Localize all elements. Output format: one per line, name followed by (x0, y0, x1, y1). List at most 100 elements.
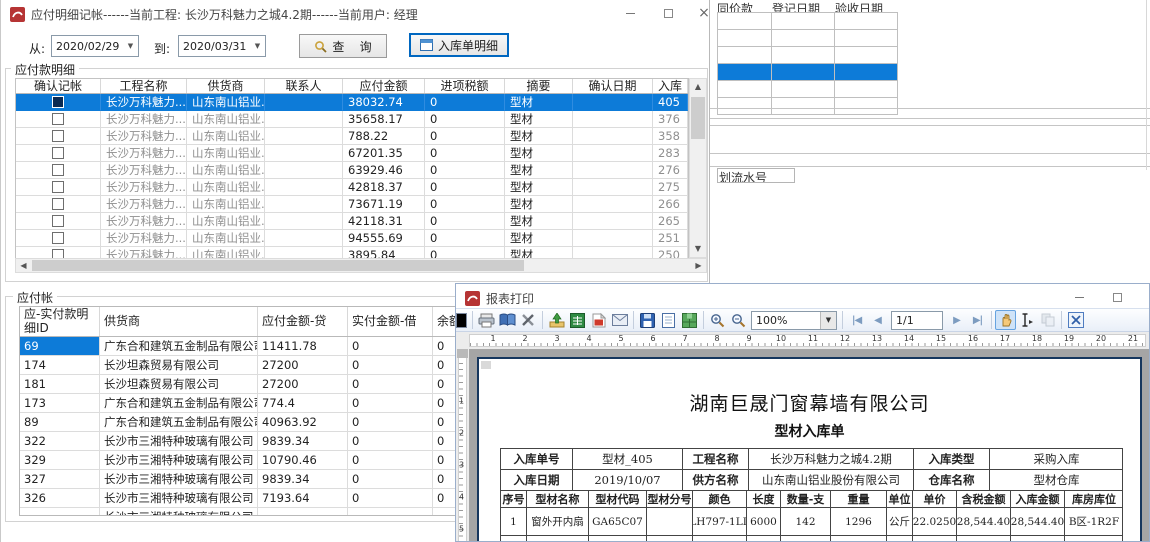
detail-table-row[interactable]: 长沙万科魅力...山东南山铝业...38032.740型材405 (16, 94, 688, 111)
confirm-checkbox[interactable] (52, 232, 64, 244)
inbound-detail-button[interactable]: 入库单明细 (409, 33, 509, 57)
zoom-level-combobox[interactable]: 100% ▼ (751, 311, 837, 330)
column-header[interactable]: 确认日期 (573, 79, 653, 93)
detail-table-row[interactable]: 长沙万科魅力...山东南山铝业...73671.190型材266 (16, 196, 688, 213)
confirm-checkbox[interactable] (52, 164, 64, 176)
column-header[interactable]: 应付金额-贷 (258, 307, 348, 336)
book-icon[interactable] (497, 310, 518, 330)
detail-table-row[interactable]: 长沙万科魅力...山东南山铝业...35658.170型材376 (16, 111, 688, 128)
detail-table-row[interactable]: 长沙万科魅力...山东南山铝业...42818.370型材275 (16, 179, 688, 196)
maximize-button[interactable] (1108, 290, 1126, 306)
scroll-down-icon[interactable]: ▼ (690, 241, 706, 257)
column-header[interactable]: 供货商 (100, 307, 258, 336)
document-icon[interactable] (658, 310, 679, 330)
vertical-ruler: 123456 (456, 349, 469, 542)
chevron-down-icon[interactable]: ▼ (123, 42, 138, 50)
print-icon[interactable] (476, 310, 497, 330)
column-header[interactable]: 工程名称 (101, 79, 187, 93)
scrollbar-thumb[interactable] (32, 260, 524, 271)
confirm-checkbox[interactable] (52, 96, 64, 108)
confirm-checkbox[interactable] (52, 113, 64, 125)
confirm-checkbox[interactable] (52, 147, 64, 159)
payable-row[interactable]: 长沙市三湘特种玻璃有限公司 (20, 508, 501, 516)
minimize-button[interactable] (621, 6, 639, 22)
minimize-button[interactable] (1070, 290, 1088, 306)
column-header[interactable]: 入库 (653, 79, 688, 93)
payable-row[interactable]: 173广东合和建筑五金制品有限公司774.400 (20, 394, 501, 413)
cell (573, 128, 653, 145)
chevron-down-icon[interactable]: ▼ (250, 42, 265, 50)
background-table-row[interactable] (717, 64, 898, 81)
next-page-icon[interactable]: ▶ (946, 310, 967, 330)
scroll-up-icon[interactable]: ▲ (690, 79, 706, 95)
prev-page-icon[interactable]: ◀ (867, 310, 888, 330)
background-table-row[interactable] (717, 81, 898, 98)
column-header[interactable]: 确认记帐 (16, 79, 101, 93)
detail-table-row[interactable]: 长沙万科魅力...山东南山铝业...67201.350型材283 (16, 145, 688, 162)
sidebar-icon[interactable] (455, 310, 469, 330)
page-indicator-input[interactable]: 1/1 (891, 311, 943, 330)
payable-row[interactable]: 326长沙市三湘特种玻璃有限公司7193.6400 (20, 489, 501, 508)
payable-row[interactable]: 174长沙坦森贸易有限公司2720000 (20, 356, 501, 375)
cell: 67201.35 (343, 145, 425, 162)
maximize-button[interactable] (659, 6, 677, 22)
report-preview-area[interactable]: 123456 湖南巨晟门窗幕墙有限公司 型材入库单 入库单号型材_405工程名称… (456, 349, 1150, 542)
payable-row[interactable]: 89广东合和建筑五金制品有限公司40963.9200 (20, 413, 501, 432)
column-header[interactable]: 实付金额-借 (348, 307, 433, 336)
payable-row[interactable]: 322长沙市三湘特种玻璃有限公司9839.3400 (20, 432, 501, 451)
cell: 73671.19 (343, 196, 425, 213)
confirm-checkbox[interactable] (52, 198, 64, 210)
query-button[interactable]: 查 询 (299, 34, 387, 58)
horizontal-scrollbar[interactable]: ◀ ▶ (15, 258, 707, 273)
background-table-row[interactable] (717, 47, 898, 64)
payable-row[interactable]: 327长沙市三湘特种玻璃有限公司9839.3400 (20, 470, 501, 489)
vertical-scrollbar[interactable]: ▲ ▼ (689, 78, 707, 258)
to-date-picker[interactable]: 2020/03/31 ▼ (178, 35, 266, 57)
payable-row[interactable]: 329长沙市三湘特种玻璃有限公司10790.4600 (20, 451, 501, 470)
copy-icon[interactable] (1037, 310, 1058, 330)
column-header[interactable]: 摘要 (505, 79, 573, 93)
text-select-icon[interactable] (1016, 310, 1037, 330)
detail-table-row[interactable]: 长沙万科魅力...山东南山铝业...63929.460型材276 (16, 162, 688, 179)
payable-row[interactable]: 181长沙坦森贸易有限公司2720000 (20, 375, 501, 394)
confirm-checkbox[interactable] (52, 130, 64, 142)
zoom-out-icon[interactable] (728, 310, 749, 330)
confirm-checkbox[interactable] (52, 215, 64, 227)
background-table-row[interactable] (717, 98, 898, 115)
cell: 0 (348, 413, 433, 432)
detail-table-row[interactable]: 长沙万科魅力...山东南山铝业...788.220型材358 (16, 128, 688, 145)
zoom-in-icon[interactable] (707, 310, 728, 330)
export-icon[interactable] (546, 310, 567, 330)
scroll-right-icon[interactable]: ▶ (691, 259, 706, 272)
background-table-row[interactable] (717, 30, 898, 47)
last-page-icon[interactable]: ▶| (967, 310, 988, 330)
save-icon[interactable] (637, 310, 658, 330)
confirm-checkbox[interactable] (52, 181, 64, 193)
column-header[interactable]: 应付金额 (343, 79, 425, 93)
first-page-icon[interactable]: |◀ (846, 310, 867, 330)
column-header[interactable]: 应-实付款明细ID (20, 307, 100, 336)
tools-icon[interactable] (518, 310, 539, 330)
report-print-window: 报表打印 × 100% ▼ (455, 283, 1150, 542)
pdf-icon[interactable] (588, 310, 609, 330)
mail-icon[interactable] (609, 310, 630, 330)
detail-table-row[interactable]: 长沙万科魅力...山东南山铝业...94555.690型材251 (16, 230, 688, 247)
chevron-down-icon[interactable]: ▼ (820, 312, 836, 329)
detail-table-row[interactable]: 长沙万科魅力...山东南山铝业...42118.310型材265 (16, 213, 688, 230)
close-preview-icon[interactable] (1065, 310, 1086, 330)
title-bar[interactable]: 应付明细记帐------当前工程: 长沙万科魅力之城4.2期------当前用户… (1, 0, 709, 28)
column-header[interactable]: 供货商 (187, 79, 265, 93)
from-date-picker[interactable]: 2020/02/29 ▼ (51, 35, 139, 57)
package-icon[interactable] (679, 310, 700, 330)
close-button[interactable]: × (695, 6, 713, 22)
hand-tool-icon[interactable] (995, 310, 1016, 330)
background-table-row[interactable] (717, 13, 898, 30)
column-header[interactable]: 进项税额 (425, 79, 505, 93)
scrollbar-thumb[interactable] (691, 97, 705, 139)
excel-icon[interactable] (567, 310, 588, 330)
payable-row[interactable]: 69广东合和建筑五金制品有限公司11411.7800 (20, 337, 501, 356)
column-header[interactable]: 联系人 (265, 79, 343, 93)
scroll-left-icon[interactable]: ◀ (16, 259, 31, 272)
close-button[interactable]: × (1144, 290, 1150, 306)
cell: 山东南山铝业股份有限公司 (748, 470, 913, 491)
